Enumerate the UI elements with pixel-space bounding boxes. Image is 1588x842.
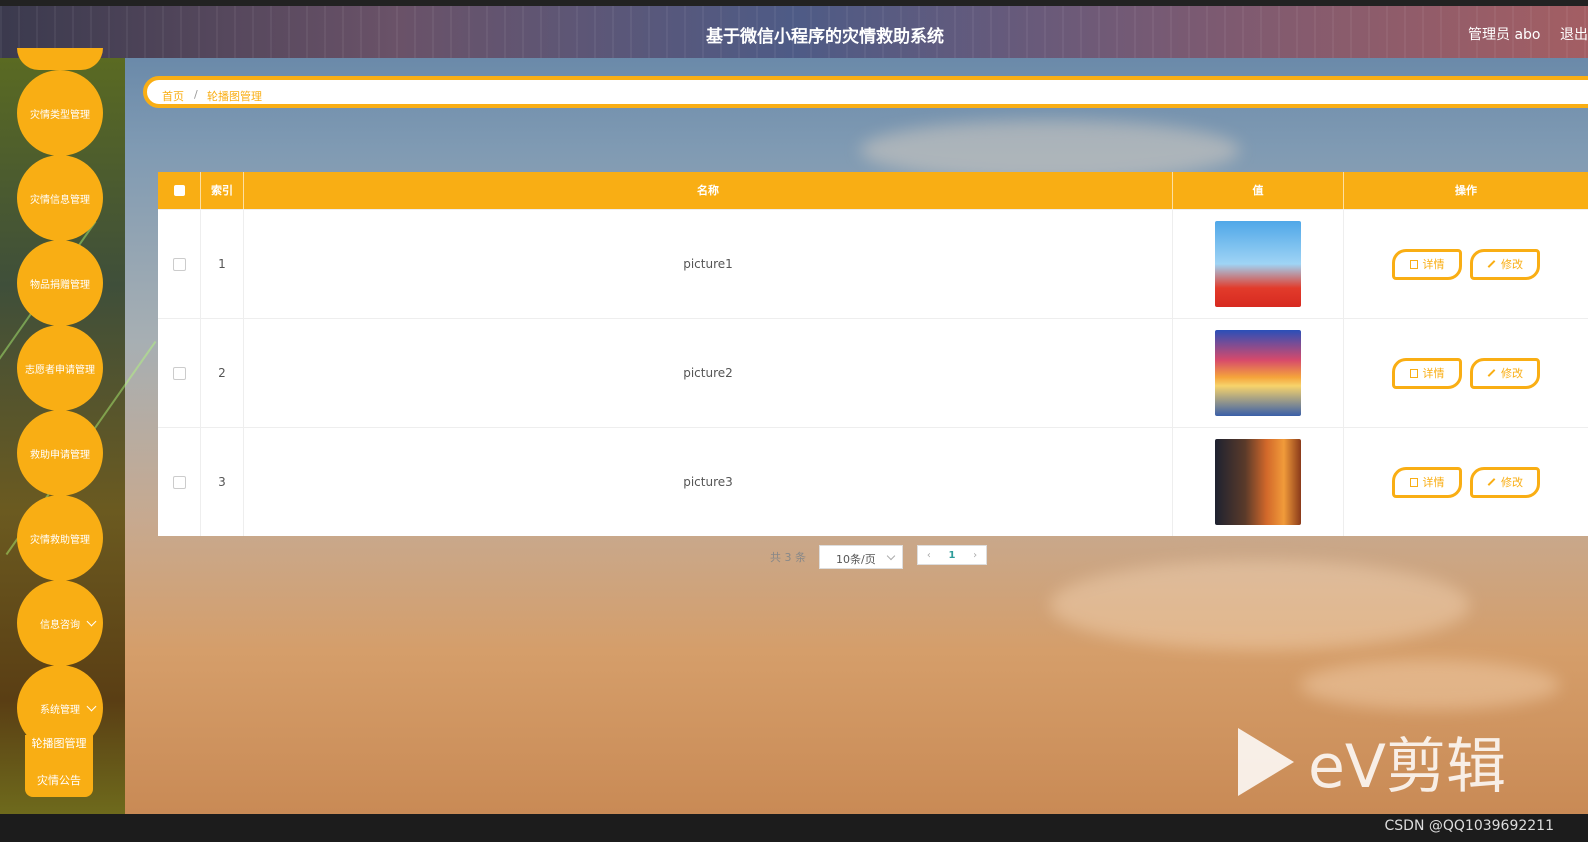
detail-button[interactable]: 详情 <box>1392 357 1462 389</box>
row-image-cell <box>1173 428 1344 536</box>
edit-label: 修改 <box>1501 258 1523 271</box>
breadcrumb-home[interactable]: 首页 <box>162 88 184 104</box>
system-submenu: 轮播图管理 灾情公告 <box>25 735 93 797</box>
row-checkbox[interactable] <box>172 475 186 489</box>
detail-label: 详情 <box>1422 258 1445 271</box>
sidebar-item-label: 救助申请管理 <box>30 449 90 461</box>
next-page-button[interactable]: › <box>973 550 977 561</box>
breadcrumb: 首页 / 轮播图管理 <box>143 76 1588 108</box>
detail-button[interactable]: 详情 <box>1392 248 1462 280</box>
carousel-image <box>1215 439 1301 525</box>
app-screen: 基于微信小程序的灾情救助系统 管理员 abo 退出 灾情类型管理 灾情信息管理 … <box>0 0 1588 814</box>
sidebar-item-label: 物品捐赠管理 <box>30 279 90 291</box>
page-size-value: 10条/页 <box>836 553 876 566</box>
credit-text: CSDN @QQ1039692211 <box>1384 818 1554 834</box>
admin-user-label: 管理员 abo <box>1468 27 1541 43</box>
sidebar-item-consult[interactable]: 信息咨询 <box>17 580 103 666</box>
chevron-down-icon <box>86 616 97 627</box>
row-image-cell <box>1173 210 1344 318</box>
sidebar-item-label: 志愿者申请管理 <box>25 364 95 376</box>
detail-label: 详情 <box>1422 367 1445 380</box>
sidebar-item-disaster-type[interactable]: 灾情类型管理 <box>17 70 103 156</box>
table-row: 3 picture3 详情 修改 <box>158 427 1588 536</box>
table-header: 索引 名称 值 操作 <box>158 172 1588 209</box>
header-value: 值 <box>1173 172 1344 209</box>
carousel-image <box>1215 330 1301 416</box>
sidebar-item-partial[interactable] <box>17 48 103 70</box>
footer: CSDN @QQ1039692211 <box>0 814 1588 842</box>
row-checkbox[interactable] <box>172 257 186 271</box>
breadcrumb-current: 轮播图管理 <box>207 90 262 103</box>
background-cloud <box>1300 660 1560 710</box>
background-cloud <box>1050 560 1470 650</box>
detail-label: 详情 <box>1422 476 1445 489</box>
edit-icon <box>1487 369 1496 377</box>
row-name: picture3 <box>244 428 1173 536</box>
sidebar-item-label: 系统管理 <box>40 704 80 716</box>
row-index: 2 <box>201 319 244 427</box>
document-icon <box>1409 259 1418 269</box>
edit-icon <box>1487 478 1496 486</box>
sidebar-item-disaster-info[interactable]: 灾情信息管理 <box>17 155 103 241</box>
prev-page-button[interactable]: ‹ <box>927 550 931 561</box>
sidebar-item-disaster-aid[interactable]: 灾情救助管理 <box>17 495 103 581</box>
row-actions: 详情 修改 <box>1344 210 1588 318</box>
edit-icon <box>1487 260 1496 268</box>
submenu-item-carousel[interactable]: 轮播图管理 <box>25 735 93 751</box>
edit-button[interactable]: 修改 <box>1470 466 1540 498</box>
top-bar: 基于微信小程序的灾情救助系统 管理员 abo 退出 <box>0 0 1588 58</box>
sidebar-item-label: 灾情救助管理 <box>30 534 90 546</box>
detail-button[interactable]: 详情 <box>1392 466 1462 498</box>
sidebar-item-label: 信息咨询 <box>40 619 80 631</box>
row-select-cell <box>158 428 201 536</box>
header-actions: 操作 <box>1455 184 1477 197</box>
row-actions: 详情 修改 <box>1344 319 1588 427</box>
chevron-down-icon <box>886 551 896 561</box>
carousel-image <box>1215 221 1301 307</box>
current-page[interactable]: 1 <box>949 550 956 561</box>
row-image-cell <box>1173 319 1344 427</box>
carousel-table: 索引 名称 值 操作 1 picture1 详情 修改 2 picture2 详… <box>158 172 1588 536</box>
table-row: 1 picture1 详情 修改 <box>158 209 1588 318</box>
table-row: 2 picture2 详情 修改 <box>158 318 1588 427</box>
watermark-text: eV剪辑 <box>1308 732 1506 802</box>
sidebar-item-donation[interactable]: 物品捐赠管理 <box>17 240 103 326</box>
background-cloud <box>860 120 1240 180</box>
document-icon <box>1409 477 1418 487</box>
row-select-cell <box>158 210 201 318</box>
document-icon <box>1409 368 1418 378</box>
row-name: picture2 <box>244 319 1173 427</box>
page-size-select[interactable]: 10条/页 <box>819 545 903 569</box>
page-nav: ‹ 1 › <box>917 545 987 565</box>
edit-button[interactable]: 修改 <box>1470 248 1540 280</box>
row-index: 3 <box>201 428 244 536</box>
sidebar-item-volunteer[interactable]: 志愿者申请管理 <box>17 325 103 411</box>
total-count: 共 3 条 <box>770 551 806 564</box>
submenu-item-notice[interactable]: 灾情公告 <box>25 772 93 788</box>
watermark: eV剪辑 <box>1238 718 1506 805</box>
edit-label: 修改 <box>1501 367 1523 380</box>
sidebar-item-label: 灾情信息管理 <box>30 194 90 206</box>
select-all-cell <box>158 172 201 209</box>
app-title: 基于微信小程序的灾情救助系统 <box>706 27 944 47</box>
edit-button[interactable]: 修改 <box>1470 357 1540 389</box>
sidebar-item-label: 灾情类型管理 <box>30 109 90 121</box>
row-actions: 详情 修改 <box>1344 428 1588 536</box>
row-checkbox[interactable] <box>172 366 186 380</box>
select-all-checkbox[interactable] <box>173 185 185 196</box>
logout-link[interactable]: 退出 <box>1560 24 1588 44</box>
play-icon <box>1238 727 1294 796</box>
sidebar: 灾情类型管理 灾情信息管理 物品捐赠管理 志愿者申请管理 救助申请管理 灾情救助… <box>0 48 157 814</box>
chevron-down-icon <box>86 701 97 712</box>
header-name: 名称 <box>244 172 1173 209</box>
row-index: 1 <box>201 210 244 318</box>
sidebar-item-aid-request[interactable]: 救助申请管理 <box>17 410 103 496</box>
row-select-cell <box>158 319 201 427</box>
header-index: 索引 <box>201 172 244 209</box>
edit-label: 修改 <box>1501 476 1523 489</box>
row-name: picture1 <box>244 210 1173 318</box>
breadcrumb-separator: / <box>194 88 198 101</box>
